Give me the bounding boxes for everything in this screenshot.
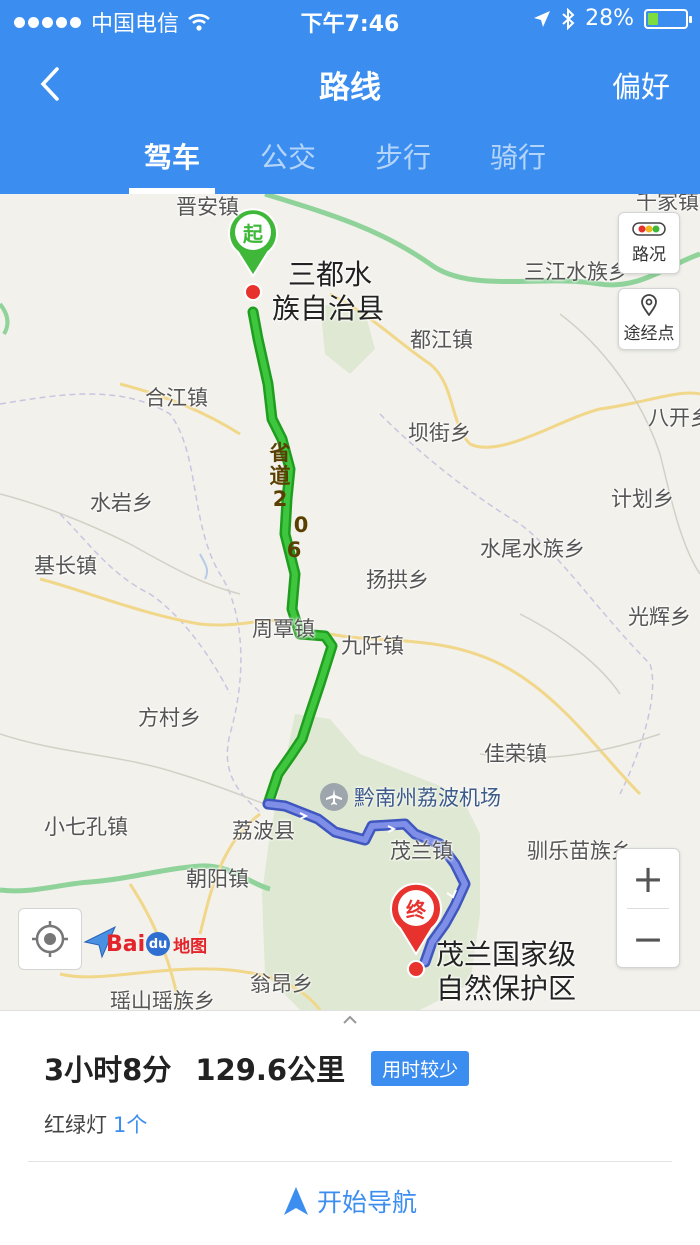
start-navigation-label: 开始导航 [316, 1188, 417, 1217]
origin-name-line1: 三都水 [288, 258, 373, 291]
tab-cycling[interactable]: 骑行 [473, 136, 563, 176]
waypoint-label: 途经点 [623, 324, 675, 344]
place-label: 佳荣镇 [484, 742, 547, 766]
origin-name-line2: 族自治县 [272, 292, 385, 325]
fastest-badge: 用时较少 [371, 1050, 470, 1086]
road-label-char: 省 [269, 441, 291, 465]
place-label: 水岩乡 [90, 491, 153, 515]
place-label: 基长镇 [34, 554, 97, 578]
place-label: 坝街乡 [408, 421, 471, 445]
battery-level [648, 12, 658, 25]
expand-panel-handle[interactable] [340, 1015, 360, 1029]
status-right: 28% [533, 6, 692, 31]
route-distance: 129.6公里 [195, 1053, 346, 1087]
battery-percent: 28% [585, 6, 634, 31]
place-label: 翁昂乡 [250, 972, 313, 996]
chevron-up-icon [343, 1015, 357, 1024]
status-bar: 中国电信 下午7:46 28% [0, 0, 700, 40]
origin-name-second-line: 族自治县 [272, 292, 384, 326]
location-pin-icon [641, 294, 657, 316]
zoom-control: + − [616, 848, 680, 968]
waypoint-button[interactable]: 途经点 [618, 288, 680, 350]
location-arrow-icon [534, 10, 551, 27]
battery-icon [644, 8, 692, 29]
place-label: 瑶山瑶族乡 [110, 989, 215, 1010]
road-label: 省 道 2 [268, 442, 292, 511]
place-label: 计划乡 [611, 487, 674, 511]
header: 中国电信 下午7:46 28% 路线 偏好 驾车 公交 步行 骑行 [0, 0, 700, 194]
airport-label: 黔南州荔波机场 [354, 786, 501, 810]
traffic-label: 路况 [632, 244, 666, 265]
place-label: 小七孔镇 [44, 815, 128, 839]
transport-mode-tabs: 驾车 公交 步行 骑行 [0, 130, 700, 194]
page-title: 路线 [319, 70, 381, 106]
place-label: 方村乡 [138, 706, 201, 730]
origin-name: 三都水 [288, 258, 372, 292]
end-marker-label: 终 [406, 898, 426, 922]
baidu-logo: Bai du 地图 [106, 920, 207, 968]
road-label-lower2: 6 [282, 539, 306, 562]
destination-name-line1: 茂兰国家级 [436, 938, 577, 971]
place-label: 晋安镇 [176, 195, 239, 219]
road-label-char: 2 [272, 487, 288, 511]
destination-name-line2: 自然保护区 [436, 972, 577, 1005]
navigation-arrow-icon [283, 1187, 308, 1215]
traffic-lights-count: 1个 [113, 1113, 148, 1137]
preference-button[interactable]: 偏好 [612, 64, 670, 106]
tab-transit[interactable]: 公交 [243, 136, 333, 176]
route-summary-panel[interactable]: 3小时8分 129.6公里 用时较少 红绿灯 1个 开始导航 [0, 1010, 700, 1245]
locate-me-button[interactable] [18, 908, 82, 970]
place-label: 合江镇 [145, 386, 208, 410]
tab-walking[interactable]: 步行 [358, 136, 448, 176]
place-label: 三江水族乡 [524, 260, 629, 284]
start-marker-label: 起 [243, 222, 263, 246]
airplane-icon [320, 783, 348, 811]
place-label: 九阡镇 [341, 634, 404, 658]
place-label: 水尾水族乡 [480, 537, 585, 561]
place-label: 茂兰镇 [390, 839, 453, 863]
route-planning-screen: 中国电信 下午7:46 28% 路线 偏好 驾车 公交 步行 骑行 起 终 晋安… [0, 0, 700, 1245]
bluetooth-icon [562, 7, 575, 30]
route-summary: 3小时8分 129.6公里 用时较少 [44, 1047, 470, 1089]
tab-driving[interactable]: 驾车 [127, 136, 217, 176]
start-navigation-button[interactable]: 开始导航 [0, 1183, 700, 1219]
zoom-out-button[interactable]: − [617, 909, 679, 968]
traffic-toggle-button[interactable]: 路况 [618, 212, 680, 274]
logo-paw: du [146, 932, 171, 956]
crosshair-icon [32, 921, 68, 957]
map-view[interactable]: 起 终 晋安镇 千家镇 三江水族乡 都江镇 合江镇 八开乡 坝街乡 水岩乡 计划… [0, 194, 700, 1010]
road-label-lower: 0 [289, 514, 313, 537]
place-label: 朝阳镇 [186, 867, 249, 891]
place-label: 扬拱乡 [366, 568, 429, 592]
traffic-light-icon [632, 221, 666, 236]
place-label: 周覃镇 [252, 617, 315, 641]
traffic-lights-label: 红绿灯 [44, 1113, 107, 1137]
route-duration: 3小时8分 [44, 1053, 172, 1087]
logo-map-text: 地图 [173, 936, 208, 957]
place-label: 八开乡 [648, 406, 700, 430]
road-label-char: 道 [269, 464, 291, 488]
place-label: 都江镇 [410, 328, 473, 352]
place-label: 荔波县 [232, 819, 295, 843]
place-label: 光辉乡 [628, 605, 691, 629]
traffic-lights-info: 红绿灯 1个 [44, 1109, 147, 1139]
zoom-in-button[interactable]: + [617, 849, 679, 908]
divider [28, 1161, 672, 1162]
logo-text: Bai [106, 931, 146, 957]
road-label-char: 0 [293, 513, 309, 537]
destination-name: 茂兰国家级 自然保护区 [436, 938, 576, 1006]
airport-poi[interactable]: 黔南州荔波机场 [320, 782, 501, 812]
road-label-char: 6 [286, 538, 302, 562]
